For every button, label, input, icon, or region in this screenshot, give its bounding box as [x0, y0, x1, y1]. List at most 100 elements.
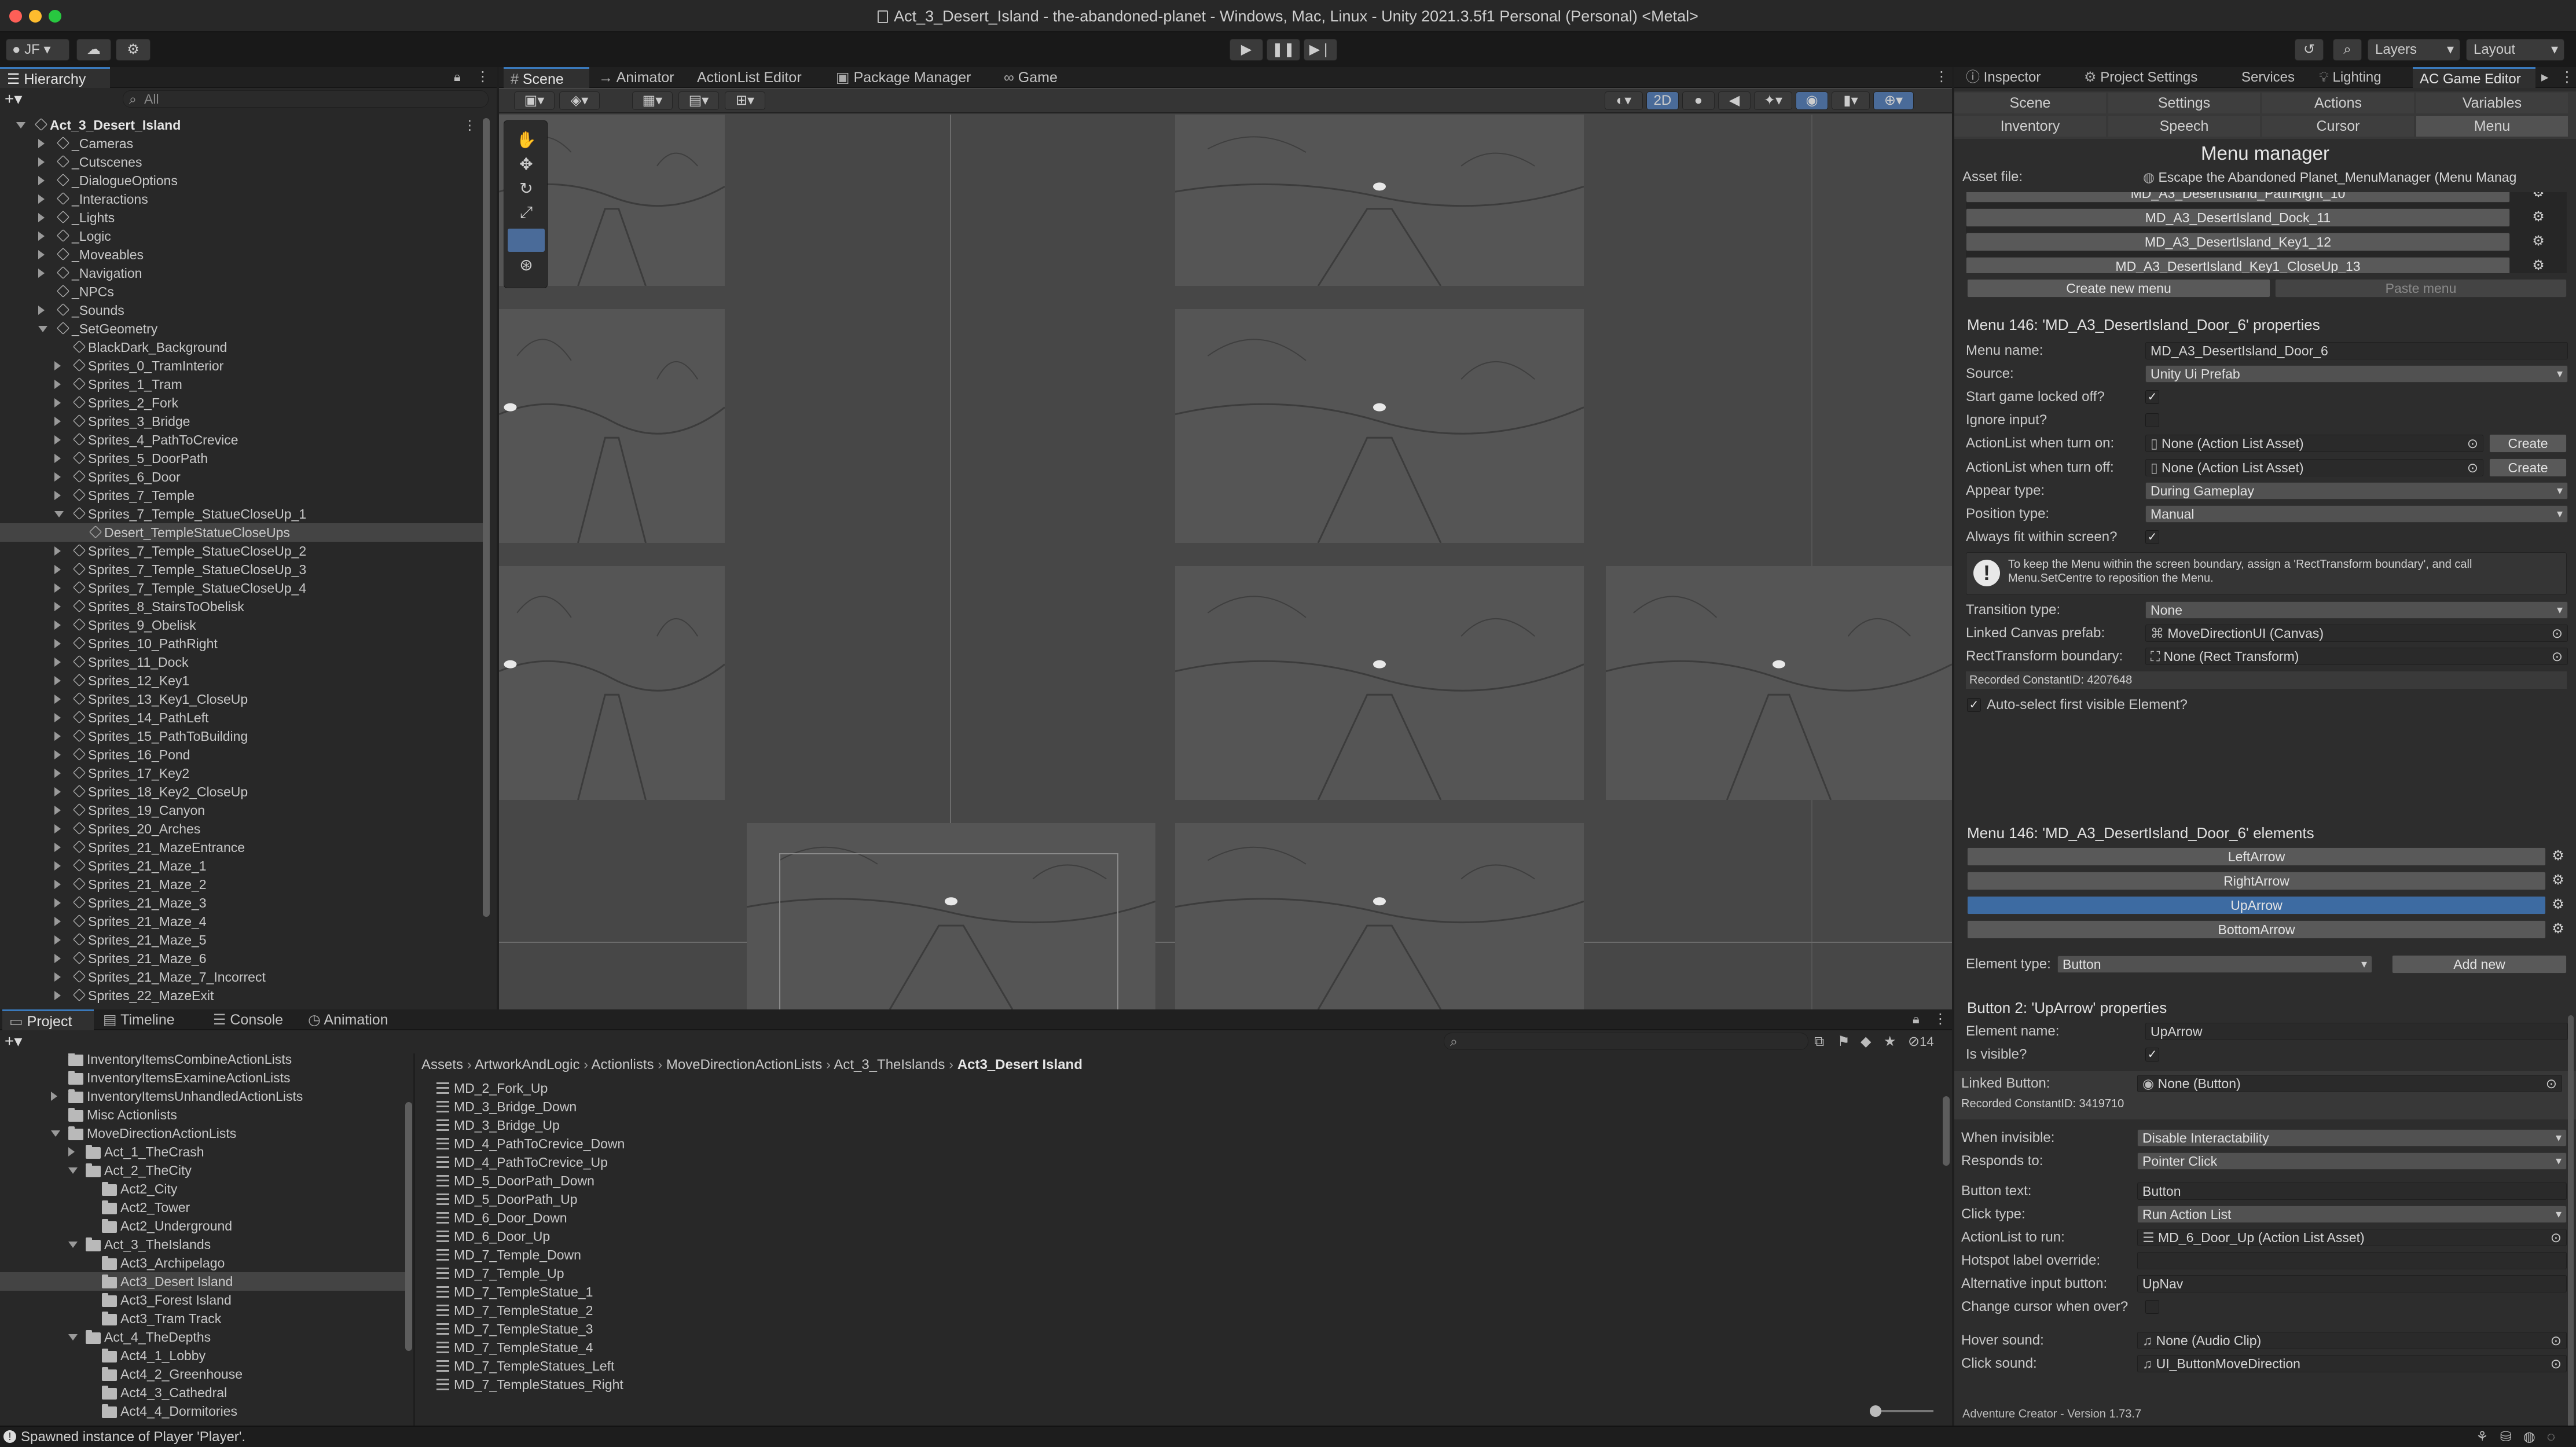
file-item[interactable]: MD_3_Bridge_Down	[432, 1097, 1925, 1116]
collapsed-arrow-icon[interactable]	[38, 176, 45, 185]
favorite-icon[interactable]: ★	[1884, 1033, 1896, 1051]
status-message[interactable]: Spawned instance of Player 'Player'.	[21, 1427, 245, 1447]
hierarchy-item[interactable]: Sprites_2_Fork	[0, 394, 483, 412]
lighting-toggle[interactable]: ●	[1682, 91, 1715, 110]
collapsed-arrow-icon[interactable]	[54, 713, 61, 722]
click-type-dropdown[interactable]: Run Action List	[2137, 1206, 2567, 1223]
project-folder[interactable]: Act2_Tower	[0, 1198, 405, 1217]
hierarchy-search-input[interactable]: ⌕ All	[123, 90, 489, 108]
gear-icon[interactable]: ⚙	[2552, 898, 2564, 912]
hierarchy-item[interactable]: _SetGeometry	[0, 319, 483, 338]
visibility-toggle[interactable]: ◉	[1796, 91, 1828, 110]
collapsed-arrow-icon[interactable]	[54, 991, 61, 1000]
manager-tab-actions[interactable]: Actions	[2262, 93, 2414, 113]
hierarchy-item[interactable]: Sprites_21_Maze_4	[0, 912, 483, 931]
project-folder[interactable]: Act4_4_Dormitories	[0, 1402, 405, 1420]
hierarchy-item[interactable]: _Logic	[0, 227, 483, 245]
menu-name-field[interactable]: MD_A3_DesertIsland_Door_6	[2145, 342, 2568, 359]
hierarchy-item[interactable]: _Cameras	[0, 134, 483, 153]
hierarchy-item[interactable]: Sprites_14_PathLeft	[0, 708, 483, 727]
collapsed-arrow-icon[interactable]	[54, 361, 61, 370]
file-item[interactable]: MD_4_PathToCrevice_Down	[432, 1134, 1925, 1153]
project-folder[interactable]: Act3_Forest Island	[0, 1291, 405, 1309]
scene-sprite[interactable]	[499, 566, 725, 800]
button-text-field[interactable]: Button	[2137, 1182, 2567, 1200]
hierarchy-item[interactable]: _Moveables	[0, 245, 483, 264]
collapsed-arrow-icon[interactable]	[54, 732, 61, 741]
manager-tab-variables[interactable]: Variables	[2416, 93, 2568, 113]
collapsed-arrow-icon[interactable]	[54, 861, 61, 871]
object-picker-icon[interactable]: ⊙	[2552, 648, 2563, 664]
hierarchy-item[interactable]: Sprites_21_Maze_3	[0, 894, 483, 912]
grid-snap-dropdown[interactable]: ▦▾	[632, 91, 673, 110]
position-type-dropdown[interactable]: Manual	[2145, 505, 2568, 523]
project-folder[interactable]: Act4_1_Lobby	[0, 1346, 405, 1365]
hierarchy-item[interactable]: _Interactions	[0, 190, 483, 208]
hierarchy-item[interactable]: Sprites_21_Maze_5	[0, 931, 483, 949]
hierarchy-item[interactable]: Sprites_8_StairsToObelisk	[0, 597, 483, 616]
project-folder[interactable]: Misc Actionlists	[0, 1106, 405, 1124]
hierarchy-item[interactable]: Sprites_12_Key1	[0, 671, 483, 690]
history-button[interactable]: ↺	[2295, 39, 2324, 61]
element-uparrow[interactable]: UpArrow	[1967, 896, 2546, 915]
tab-ac-game-editor[interactable]: AC Game Editor	[2413, 67, 2535, 88]
file-item[interactable]: MD_7_Temple_Up	[432, 1264, 1925, 1283]
hierarchy-item[interactable]: Sprites_11_Dock	[0, 653, 483, 671]
file-item[interactable]: MD_3_Bridge_Up	[432, 1116, 1925, 1134]
project-folder[interactable]: Act2_Underground	[0, 1217, 405, 1235]
tab-console[interactable]: ☰ Console	[206, 1009, 299, 1030]
hierarchy-item[interactable]: _Navigation	[0, 264, 483, 282]
collapsed-arrow-icon[interactable]	[38, 269, 45, 278]
linked-canvas-field[interactable]: ⌘ MoveDirectionUI (Canvas) ⊙	[2145, 625, 2568, 642]
hierarchy-item[interactable]: _Sounds	[0, 301, 483, 319]
collapsed-arrow-icon[interactable]	[54, 380, 61, 389]
tag-icon[interactable]: ◆	[1861, 1033, 1871, 1051]
collapsed-arrow-icon[interactable]	[54, 546, 61, 556]
click-sound-field[interactable]: ♫ UI_ButtonMoveDirection ⊙	[2137, 1355, 2567, 1372]
project-folder[interactable]: InventoryItemsExamineActionLists	[0, 1068, 405, 1087]
pause-button[interactable]: ❚❚	[1267, 39, 1300, 61]
project-folder[interactable]: Act3_Tram Track	[0, 1309, 405, 1328]
panel-menu-icon[interactable]: ⋮	[1935, 68, 1948, 85]
gear-icon[interactable]: ⚙	[2532, 259, 2545, 273]
expanded-arrow-icon[interactable]	[68, 1334, 78, 1341]
tab-scene[interactable]: # Scene	[504, 67, 589, 88]
collapsed-arrow-icon[interactable]	[38, 194, 45, 204]
hierarchy-item[interactable]: _Lights	[0, 208, 483, 227]
collapsed-arrow-icon[interactable]	[54, 917, 61, 926]
panel-menu-icon[interactable]: ⋮	[2560, 68, 2574, 86]
manager-tab-scene[interactable]: Scene	[1954, 93, 2106, 113]
slider-knob[interactable]	[1870, 1405, 1881, 1417]
expanded-arrow-icon[interactable]	[68, 1167, 78, 1174]
gear-icon[interactable]: ⚙	[2552, 849, 2564, 863]
tab-animator[interactable]: → Animator	[592, 67, 685, 88]
scene-sprite[interactable]	[1175, 309, 1584, 543]
expanded-arrow-icon[interactable]	[38, 326, 47, 332]
file-item[interactable]: MD_7_Temple_Down	[432, 1246, 1925, 1264]
file-item[interactable]: MD_7_TempleStatues_Left	[432, 1357, 1925, 1375]
tab-inspector[interactable]: ⓘ Inspector	[1959, 67, 2075, 88]
transition-type-dropdown[interactable]: None	[2145, 601, 2568, 619]
appear-type-dropdown[interactable]: During Gameplay	[2145, 482, 2568, 500]
hierarchy-item[interactable]: _Cutscenes	[0, 153, 483, 171]
hierarchy-item[interactable]: Sprites_18_Key2_CloseUp	[0, 783, 483, 801]
hierarchy-item[interactable]: Sprites_16_Pond	[0, 745, 483, 764]
panel-menu-icon[interactable]: ⋮	[476, 68, 490, 85]
lock-icon[interactable]: 🔒︎	[454, 69, 461, 85]
turn-on-field[interactable]: ▯ None (Action List Asset) ⊙	[2145, 435, 2483, 452]
when-invisible-dropdown[interactable]: Disable Interactability	[2137, 1129, 2567, 1147]
collapsed-arrow-icon[interactable]	[54, 935, 61, 945]
collapsed-arrow-icon[interactable]	[54, 454, 61, 463]
add-object-button[interactable]: +▾	[5, 90, 34, 108]
start-locked-checkbox[interactable]: ✓	[2145, 390, 2159, 404]
play-button[interactable]: ▶	[1230, 39, 1263, 61]
element-bottomarrow[interactable]: BottomArrow	[1967, 920, 2546, 939]
collapsed-arrow-icon[interactable]	[54, 435, 61, 445]
manager-tab-inventory[interactable]: Inventory	[1954, 116, 2106, 137]
object-picker-icon[interactable]: ⊙	[2552, 625, 2563, 641]
collapsed-arrow-icon[interactable]	[38, 213, 45, 222]
auto-select-checkbox[interactable]: ✓	[1967, 698, 1981, 712]
scale-tool-icon[interactable]: ⤢	[510, 203, 542, 225]
gear-icon[interactable]: ⚙	[2552, 922, 2564, 936]
scene-sprite[interactable]	[1175, 115, 1584, 286]
